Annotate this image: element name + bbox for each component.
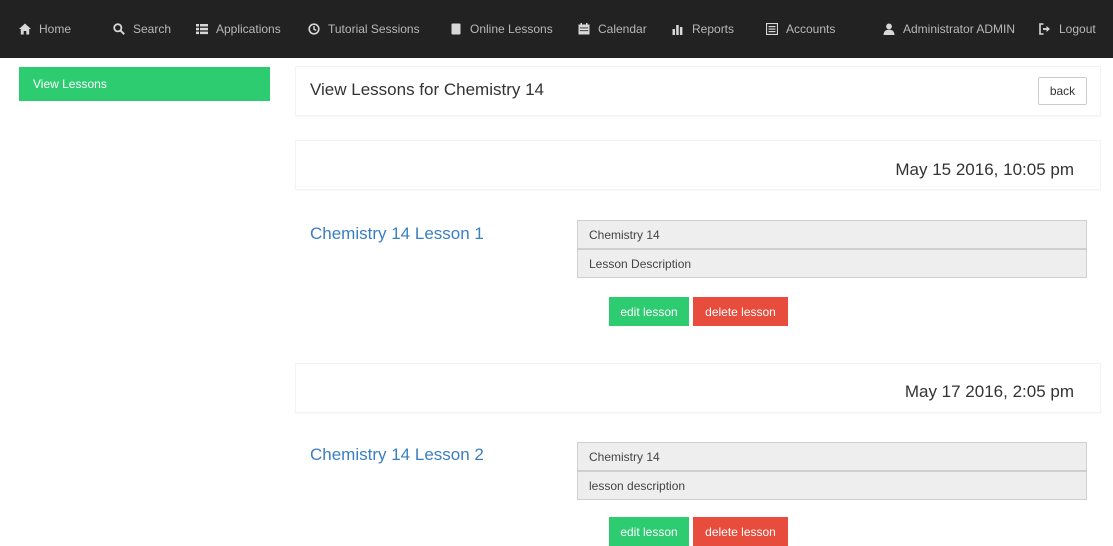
delete-lesson-button[interactable]: delete lesson <box>693 517 788 546</box>
nav-logout[interactable]: Logout <box>1039 0 1096 58</box>
edit-lesson-button[interactable]: edit lesson <box>609 297 689 326</box>
lesson-title-link[interactable]: Chemistry 14 Lesson 2 <box>310 445 484 465</box>
nav-home[interactable]: Home <box>19 0 71 58</box>
logout-icon <box>1039 23 1050 35</box>
lesson-date: May 15 2016, 10:05 pm <box>895 160 1074 179</box>
nav-applications[interactable]: Applications <box>196 0 281 58</box>
user-icon <box>883 23 895 35</box>
nav-reports[interactable]: Reports <box>672 0 734 58</box>
nav-applications-label: Applications <box>216 22 281 36</box>
book-icon <box>451 23 461 35</box>
nav-tutorial-sessions-label: Tutorial Sessions <box>328 22 420 36</box>
nav-calendar[interactable]: Calendar <box>578 0 647 58</box>
nav-search[interactable]: Search <box>113 0 171 58</box>
edit-lesson-button[interactable]: edit lesson <box>609 517 689 546</box>
clock-icon <box>308 23 320 35</box>
nav-accounts[interactable]: Accounts <box>766 0 835 58</box>
top-navbar: Home Search Applications Tutorial Sessio… <box>0 0 1113 58</box>
lesson-description-field: Lesson Description <box>577 249 1087 278</box>
bar-chart-icon <box>672 25 683 35</box>
lesson-course-field: Chemistry 14 <box>577 442 1087 471</box>
list-alt-icon <box>766 23 778 35</box>
page-title: View Lessons for Chemistry 14 <box>310 80 545 99</box>
back-button[interactable]: back <box>1038 77 1087 105</box>
lesson-title-link[interactable]: Chemistry 14 Lesson 1 <box>310 224 484 244</box>
nav-user-account[interactable]: Administrator ADMIN <box>883 0 1015 58</box>
lesson-course-field: Chemistry 14 <box>577 220 1087 249</box>
nav-user-label: Administrator ADMIN <box>903 22 1016 36</box>
nav-search-label: Search <box>133 22 172 36</box>
nav-reports-label: Reports <box>692 22 735 36</box>
nav-accounts-label: Accounts <box>786 22 836 36</box>
nav-online-lessons[interactable]: Online Lessons <box>450 0 553 58</box>
lesson-date-panel: May 15 2016, 10:05 pm <box>295 140 1101 190</box>
nav-online-lessons-label: Online Lessons <box>470 22 553 36</box>
lesson-date: May 17 2016, 2:05 pm <box>904 382 1074 401</box>
sidebar-item-view-lessons[interactable]: View Lessons <box>19 67 270 101</box>
calendar-icon <box>578 23 590 35</box>
nav-tutorial-sessions[interactable]: Tutorial Sessions <box>308 0 420 58</box>
nav-calendar-label: Calendar <box>598 22 647 36</box>
list-icon <box>196 24 208 35</box>
nav-home-label: Home <box>39 22 72 36</box>
delete-lesson-button[interactable]: delete lesson <box>693 297 788 326</box>
lesson-date-panel: May 17 2016, 2:05 pm <box>295 363 1101 413</box>
lesson-description-field: lesson description <box>577 471 1087 500</box>
nav-logout-label: Logout <box>1059 22 1096 36</box>
home-icon <box>19 23 31 35</box>
search-icon <box>113 23 125 35</box>
